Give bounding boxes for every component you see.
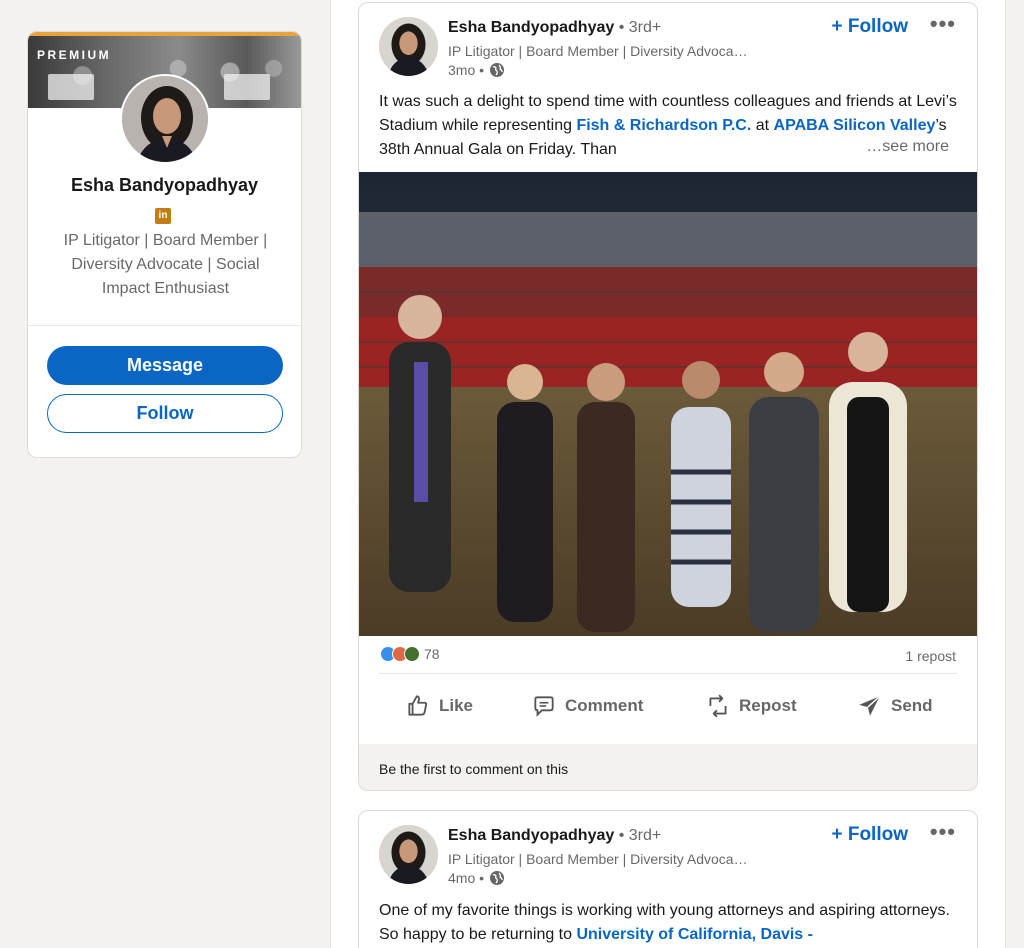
reactions-summary[interactable]: 78: [380, 646, 440, 662]
mention-link[interactable]: APABA Silicon Valley: [774, 117, 936, 134]
comment-icon: [534, 696, 554, 717]
post-time: 4mo •: [448, 870, 485, 886]
mention-link[interactable]: University of California, Davis -: [576, 926, 813, 943]
repost-icon: [709, 694, 727, 718]
post-author[interactable]: Esha Bandyopadhyay • 3rd+: [448, 827, 661, 845]
mention-link[interactable]: Fish & Richardson P.C.: [576, 117, 751, 134]
repost-label: Repost: [739, 696, 797, 715]
post-timestamp: 4mo •: [448, 870, 505, 886]
premium-label: PREMIUM: [37, 48, 112, 62]
post-avatar[interactable]: [379, 825, 438, 884]
follow-button[interactable]: Follow: [47, 394, 283, 433]
profile-name[interactable]: Esha Bandyopadhyay: [28, 175, 301, 196]
send-icon: [859, 695, 881, 716]
post-card: Esha Bandyopadhyay • 3rd+ IP Litigator |…: [358, 810, 978, 948]
post-author-headline: IP Litigator | Board Member | Diversity …: [448, 851, 748, 867]
message-button[interactable]: Message: [47, 346, 283, 385]
post-follow-button[interactable]: + Follow: [831, 824, 908, 846]
comment-button[interactable]: Comment: [531, 693, 643, 719]
connection-degree: • 3rd+: [614, 827, 662, 844]
more-options-icon[interactable]: •••: [930, 819, 956, 845]
repost-button[interactable]: Repost: [705, 693, 797, 719]
linkedin-icon: in: [155, 208, 171, 224]
comment-label: Comment: [565, 696, 644, 715]
like-button[interactable]: Like: [405, 693, 473, 719]
avatar[interactable]: [120, 74, 210, 164]
more-options-icon[interactable]: •••: [930, 11, 956, 37]
send-label: Send: [891, 696, 933, 715]
see-more-link[interactable]: …see more: [860, 138, 949, 156]
post-author-headline: IP Litigator | Board Member | Diversity …: [448, 43, 748, 59]
profile-headline: IP Litigator | Board Member | Diversity …: [63, 232, 268, 297]
post-timestamp: 3mo •: [448, 62, 505, 78]
divider: [28, 325, 301, 326]
thumbs-up-icon: [408, 695, 428, 716]
comment-prompt: Be the first to comment on this: [359, 744, 977, 790]
profile-card: PREMIUM Esha Bandyopadhyay in IP Litigat…: [27, 31, 302, 458]
post-author[interactable]: Esha Bandyopadhyay • 3rd+: [448, 19, 661, 37]
like-label: Like: [439, 696, 474, 715]
post-text-part: at: [751, 117, 774, 134]
repost-count[interactable]: 1 repost: [905, 648, 956, 664]
support-reaction-icon: [404, 646, 420, 662]
globe-icon: [490, 63, 505, 77]
post-image[interactable]: [359, 172, 977, 636]
send-button[interactable]: Send: [857, 693, 933, 719]
post-avatar[interactable]: [379, 17, 438, 76]
post-text: One of my favorite things is working wit…: [379, 899, 959, 947]
divider: [379, 673, 957, 674]
globe-icon: [490, 871, 505, 885]
author-name[interactable]: Esha Bandyopadhyay: [448, 827, 614, 844]
post-time: 3mo •: [448, 62, 485, 78]
connection-degree: • 3rd+: [614, 19, 662, 36]
reaction-count[interactable]: 78: [424, 646, 440, 662]
post-card: Esha Bandyopadhyay • 3rd+ IP Litigator |…: [358, 2, 978, 791]
post-follow-button[interactable]: + Follow: [831, 16, 908, 38]
author-name[interactable]: Esha Bandyopadhyay: [448, 19, 614, 36]
